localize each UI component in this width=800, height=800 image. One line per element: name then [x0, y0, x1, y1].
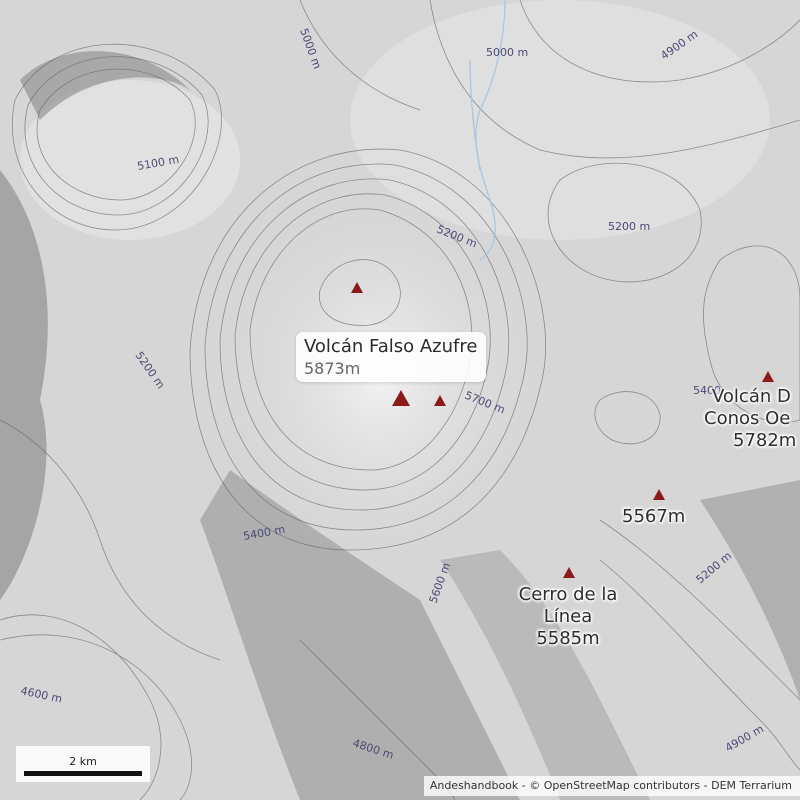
peak-marker[interactable] [563, 567, 575, 578]
peak-elevation: 5567m [622, 506, 686, 527]
peak-popup[interactable]: Volcán Falso Azufre 5873m [296, 332, 487, 382]
peak-marker[interactable] [434, 395, 446, 406]
peak-name-line: Volcán D [712, 386, 791, 407]
contour-label: 5200 m [608, 220, 650, 233]
peak-label-cerro-de-la-linea[interactable]: Cerro de la Línea 5585m [508, 584, 628, 650]
contour-label: 5000 m [486, 46, 528, 59]
peak-marker[interactable] [762, 371, 774, 382]
peak-name-line: Línea [543, 606, 593, 627]
scale-bar: 2 km [16, 746, 150, 782]
scale-bar-line [24, 771, 142, 776]
peak-name-line: Conos Oe [704, 408, 791, 429]
peak-elevation: 5782m [733, 430, 797, 451]
popup-peak-elevation: 5873m [304, 359, 361, 378]
peak-elevation: 5585m [536, 628, 600, 649]
map-attribution[interactable]: Andeshandbook - © OpenStreetMap contribu… [423, 776, 800, 796]
scale-label: 2 km [69, 755, 97, 768]
peak-marker-main[interactable] [392, 390, 410, 406]
peak-marker[interactable] [351, 282, 363, 293]
peak-label-volcan-d[interactable]: Volcán D Conos Oe 5782m [704, 386, 796, 452]
map-view[interactable]: 5000 m 5000 m 4900 m 5100 m 5200 m 5200 … [0, 0, 800, 800]
peak-marker[interactable] [653, 489, 665, 500]
peak-name-line: Cerro de la [518, 584, 618, 605]
peak-label-5567[interactable]: 5567m [622, 506, 685, 528]
popup-peak-name: Volcán Falso Azufre [304, 336, 478, 357]
